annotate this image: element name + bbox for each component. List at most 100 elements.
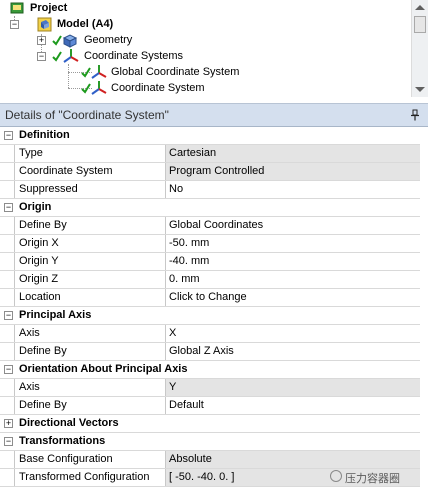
watermark: 压力容器圈 [330,470,400,486]
property-row[interactable]: Axis Y [0,379,420,397]
collapse-icon[interactable]: − [4,365,13,374]
property-row[interactable]: Location Click to Change [0,289,420,307]
section-origin[interactable]: − Origin [0,199,420,217]
tree-scrollbar[interactable] [411,0,428,97]
property-row[interactable]: Origin Y -40. mm [0,253,420,271]
scroll-up-icon[interactable] [415,5,425,10]
property-value[interactable]: -40. mm [166,253,420,270]
expand-icon[interactable]: + [37,36,46,45]
check-icon [52,51,62,62]
tree-item-label: Project [30,2,68,14]
section-transformations[interactable]: − Transformations [0,433,420,451]
collapse-icon[interactable]: − [4,437,13,446]
property-row[interactable]: Type Cartesian [0,145,420,163]
project-icon [10,2,24,14]
property-name: Origin Y [15,253,166,270]
tree-item-global-coordinate-system[interactable]: Global Coordinate System [0,64,300,80]
property-name: Type [15,145,166,162]
section-label: Directional Vectors [19,417,119,429]
coordinate-system-icon [91,65,107,79]
property-value[interactable]: Global Z Axis [166,343,420,360]
property-name: Define By [15,397,166,414]
tree-item-coordinate-systems[interactable]: − Coordinate Systems [0,48,300,64]
collapse-icon[interactable]: − [4,203,13,212]
property-name: Define By [15,343,166,360]
geometry-icon [62,34,78,48]
row-gutter [0,235,15,252]
collapse-icon[interactable]: − [4,311,13,320]
tree-item-label: Model (A4) [57,18,114,30]
collapse-icon[interactable]: − [4,131,13,140]
outline-tree: Project − Model (A4) + Geometry − Coordi… [0,0,428,97]
section-label: Origin [19,201,52,213]
property-row[interactable]: Define By Default [0,397,420,415]
property-name: Axis [15,379,166,396]
section-directional-vectors[interactable]: + Directional Vectors [0,415,420,433]
section-principal-axis[interactable]: − Principal Axis [0,307,420,325]
property-name: Transformed Configuration [15,469,166,486]
property-value[interactable]: Absolute [166,451,420,468]
property-value[interactable]: -50. mm [166,235,420,252]
row-gutter [0,145,15,162]
row-gutter [0,451,15,468]
property-row[interactable]: Suppressed No [0,181,420,199]
property-row[interactable]: Coordinate System Program Controlled [0,163,420,181]
row-gutter [0,343,15,360]
row-gutter [0,253,15,270]
property-name: Location [15,289,166,306]
property-name: Define By [15,217,166,234]
check-icon [52,35,62,46]
tree-item-label: Coordinate System [111,82,205,94]
coordinate-system-icon [91,81,107,95]
property-row[interactable]: Axis X [0,325,420,343]
section-orientation[interactable]: − Orientation About Principal Axis [0,361,420,379]
property-row[interactable]: Origin Z 0. mm [0,271,420,289]
model-icon [37,17,52,32]
property-value[interactable]: Cartesian [166,145,420,162]
row-gutter [0,289,15,306]
section-label: Definition [19,129,70,141]
section-definition[interactable]: − Definition [0,127,420,145]
row-gutter [0,379,15,396]
property-value[interactable]: Click to Change [166,289,420,306]
property-name: Base Configuration [15,451,166,468]
row-gutter [0,397,15,414]
tree-item-geometry[interactable]: + Geometry [0,32,300,48]
watermark-text: 压力容器圈 [345,473,400,485]
row-gutter [0,181,15,198]
details-title: Details of "Coordinate System" [5,108,169,122]
tree-item-model[interactable]: − Model (A4) [0,16,300,32]
property-row[interactable]: Base Configuration Absolute [0,451,420,469]
tree-item-project[interactable]: Project [0,0,300,16]
collapse-icon[interactable]: − [37,52,46,61]
property-row[interactable]: Define By Global Coordinates [0,217,420,235]
property-value[interactable]: Y [166,379,420,396]
property-value[interactable]: Global Coordinates [166,217,420,234]
row-gutter [0,271,15,288]
property-value[interactable]: No [166,181,420,198]
property-name: Coordinate System [15,163,166,180]
property-value[interactable]: Program Controlled [166,163,420,180]
property-value[interactable]: 0. mm [166,271,420,288]
section-label: Transformations [19,435,106,447]
property-name: Axis [15,325,166,342]
details-grid: − Definition Type Cartesian Coordinate S… [0,127,420,487]
property-row[interactable]: Origin X -50. mm [0,235,420,253]
pin-icon[interactable] [410,109,420,121]
scroll-thumb[interactable] [414,16,426,33]
tree-item-label: Coordinate Systems [84,50,184,62]
row-gutter [0,469,15,486]
expand-icon[interactable]: + [4,419,13,428]
property-row[interactable]: Define By Global Z Axis [0,343,420,361]
section-label: Orientation About Principal Axis [19,363,188,375]
tree-item-label: Geometry [84,34,133,46]
property-name: Suppressed [15,181,166,198]
coordinate-systems-icon [63,49,79,63]
property-value[interactable]: X [166,325,420,342]
collapse-icon[interactable]: − [10,20,19,29]
tree-item-coordinate-system[interactable]: Coordinate System [0,80,300,96]
section-label: Principal Axis [19,309,92,321]
property-value[interactable]: Default [166,397,420,414]
scroll-down-icon[interactable] [415,87,425,92]
property-name: Origin X [15,235,166,252]
